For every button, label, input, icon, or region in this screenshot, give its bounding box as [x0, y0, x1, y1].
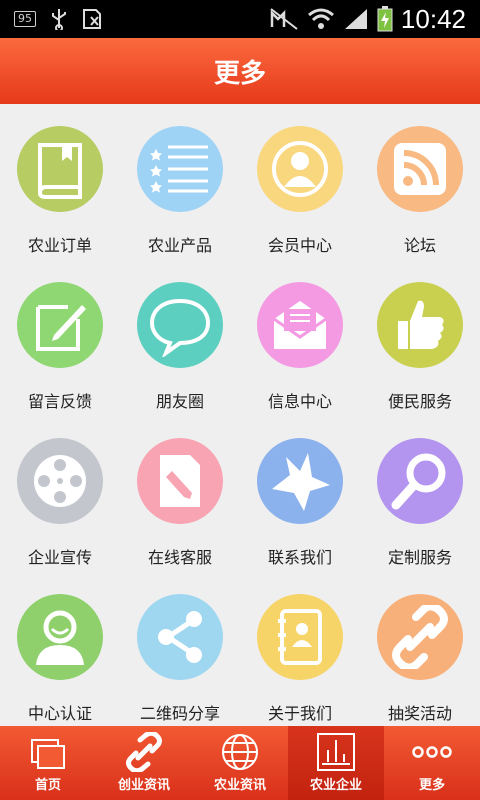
grid-item-info-center[interactable]: 信息中心 [240, 260, 360, 416]
book-icon [38, 143, 82, 199]
grid-item-label: 留言反馈 [27, 392, 92, 411]
grid-item-label: 抽奖活动 [387, 704, 452, 723]
grid-item-icon-bg [17, 438, 103, 524]
grid-item-friends[interactable]: 朋友圈 [120, 260, 240, 416]
feature-grid: 农业订单 农业产品 会员中心 论坛 留言反馈 朋友圈 信息中心 便民服务 企业宣… [0, 104, 480, 726]
grid-item-icon-bg [257, 126, 343, 212]
tab-label: 首页 [34, 778, 61, 793]
share-icon [158, 611, 202, 663]
link-icon [392, 605, 448, 669]
grid-item-label: 农业产品 [147, 236, 212, 255]
grid-item-feedback[interactable]: 留言反馈 [0, 260, 120, 416]
grid-item-label: 中心认证 [27, 704, 92, 723]
tab-agri-news[interactable]: 农业资讯 [192, 726, 288, 800]
usb-icon [52, 9, 66, 30]
grid-item-icon-bg [257, 282, 343, 368]
wifi-icon [307, 8, 334, 29]
grid-item-forum[interactable]: 论坛 [360, 104, 480, 260]
thumbs-up-icon [398, 300, 444, 349]
grid-item-icon-bg [137, 438, 223, 524]
tab-label: 更多 [418, 778, 445, 793]
signal-icon [344, 9, 367, 29]
clock: 10:42 [400, 4, 466, 34]
grid-item-icon-bg [137, 126, 223, 212]
grid-item-label: 信息中心 [267, 392, 332, 411]
grid-item-qr-share[interactable]: 二维码分享 [120, 572, 240, 726]
grid-item-icon-bg [377, 282, 463, 368]
grid-item-promotion[interactable]: 企业宣传 [0, 416, 120, 572]
grid-item-orders[interactable]: 农业订单 [0, 104, 120, 260]
status-bar-left: 95 [14, 8, 102, 30]
grid-item-lottery[interactable]: 抽奖活动 [360, 572, 480, 726]
edit-document-icon [160, 455, 200, 507]
grid-item-icon-bg [257, 438, 343, 524]
grid-item-label: 关于我们 [267, 704, 332, 723]
tab-label: 农业企业 [309, 778, 362, 793]
rss-icon [394, 143, 446, 195]
grid-item-label: 在线客服 [147, 548, 212, 567]
status-bar-right: 10:42 [269, 4, 466, 34]
grid-item-certification[interactable]: 中心认证 [0, 572, 120, 726]
grid-item-icon-bg [137, 282, 223, 368]
battery-charging-icon [377, 6, 393, 32]
grid-item-about-us[interactable]: 关于我们 [240, 572, 360, 726]
grid-item-icon-bg [17, 594, 103, 680]
pencil-note-icon [36, 305, 86, 351]
grid-item-member-center[interactable]: 会员中心 [240, 104, 360, 260]
grid-item-label: 农业订单 [27, 236, 92, 255]
tab-more[interactable]: 更多 [384, 726, 480, 800]
grid-item-label: 二维码分享 [139, 704, 220, 723]
tab-label: 农业资讯 [213, 778, 266, 793]
grid-item-label: 便民服务 [387, 392, 452, 411]
bar-chart-icon [317, 733, 355, 771]
tab-startup-news[interactable]: 创业资讯 [96, 726, 192, 800]
grid-item-label: 联系我们 [267, 548, 332, 567]
notification-badge: 95 [14, 11, 36, 27]
grid-item-icon-bg [137, 594, 223, 680]
title-bar: 更多 [0, 38, 480, 104]
grid-item-contact-us[interactable]: 联系我们 [240, 416, 360, 572]
globe-icon [222, 734, 258, 770]
contacts-book-icon [278, 609, 322, 665]
grid-item-icon-bg [377, 594, 463, 680]
user-icon [36, 610, 84, 665]
mail-icon [273, 301, 327, 349]
more-dots-icon [412, 746, 452, 758]
layers-icon [31, 739, 65, 769]
grid-item-label: 论坛 [403, 236, 436, 255]
grid-item-convenience[interactable]: 便民服务 [360, 260, 480, 416]
grid-item-label: 朋友圈 [155, 392, 204, 411]
tab-home[interactable]: 首页 [0, 726, 96, 800]
sd-card-icon [83, 9, 101, 29]
grid-item-products[interactable]: 农业产品 [120, 104, 240, 260]
grid-item-label: 定制服务 [387, 548, 452, 567]
grid-item-label: 会员中心 [267, 236, 332, 255]
grid-item-icon-bg [257, 594, 343, 680]
chat-bubble-icon [149, 298, 211, 357]
tab-label: 创业资讯 [117, 778, 170, 793]
grid-item-label: 企业宣传 [27, 548, 92, 567]
film-reel-icon [34, 455, 86, 507]
grid-item-online-service[interactable]: 在线客服 [120, 416, 240, 572]
grid-item-icon-bg [377, 126, 463, 212]
grid-item-icon-bg [17, 282, 103, 368]
star-icon [272, 453, 330, 511]
star-list-icon [150, 145, 208, 193]
member-icon [272, 141, 328, 197]
bottom-tab-bar: 首页 创业资讯 农业资讯 农业企业 更多 [0, 726, 480, 800]
page-title: 更多 [213, 58, 266, 89]
status-bar: 95 10:42 [0, 0, 480, 38]
no-sim-icon [270, 8, 298, 30]
tab-agri-enterprise[interactable]: 农业企业 [288, 726, 384, 800]
chain-icon [126, 732, 162, 772]
grid-item-icon-bg [17, 126, 103, 212]
grid-item-icon-bg [377, 438, 463, 524]
magnifier-icon [391, 453, 446, 510]
grid-item-custom-service[interactable]: 定制服务 [360, 416, 480, 572]
